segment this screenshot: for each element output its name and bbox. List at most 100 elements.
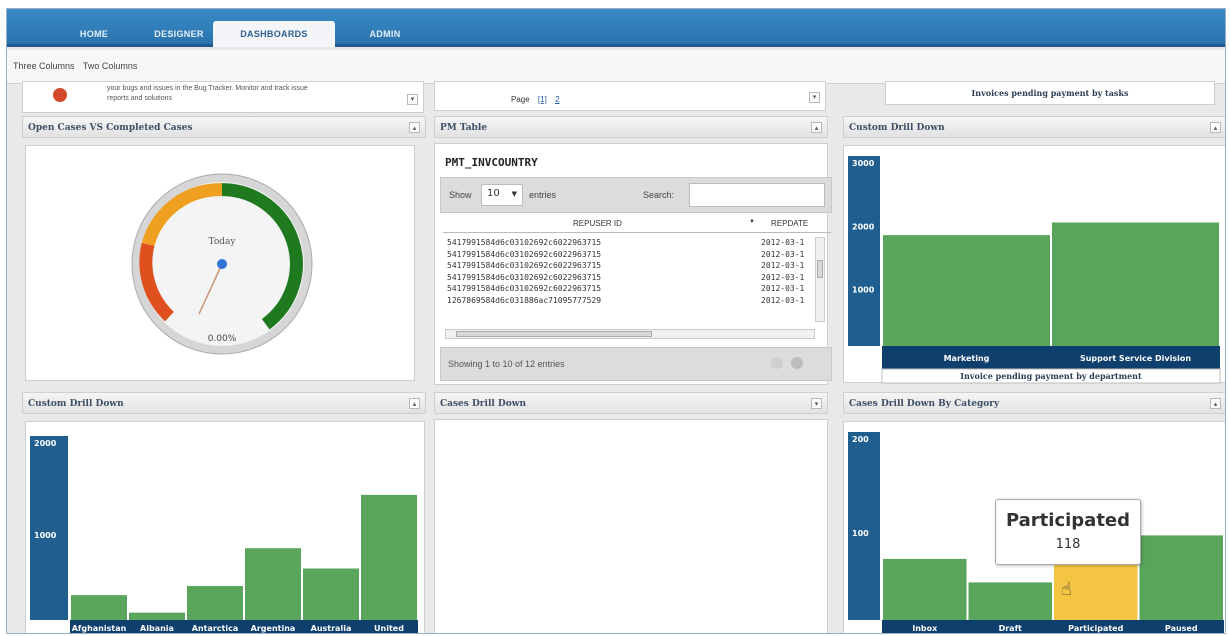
search-label: Search: (643, 190, 675, 200)
y-tick-label: 100 (852, 529, 869, 538)
pager-panel: Page [1] 2 ▾ (434, 81, 826, 111)
scroll-down-icon[interactable]: ▾ (407, 94, 418, 105)
table-row[interactable]: 5417991584d6c03102692c6022963715 2012-03-… (443, 249, 819, 261)
bar[interactable] (968, 582, 1053, 620)
panel-title: Custom Drill Down (28, 399, 124, 409)
panel-header-open-vs-completed: Open Cases VS Completed Cases ▴ (22, 116, 426, 138)
x-tick-label: Draft (999, 624, 1022, 633)
y-tick-label: 2000 (34, 439, 57, 448)
bug-icon (53, 88, 67, 102)
page-size-select[interactable]: 10 ▼ (481, 184, 523, 206)
scroll-down-icon[interactable]: ▾ (809, 92, 820, 103)
x-tick-label: Marketing (944, 354, 990, 363)
cell-repdate: 2012-03-1 (761, 238, 805, 247)
panel-header-custom-drill-right: Custom Drill Down ▴ (843, 116, 1225, 138)
table-row[interactable]: 5417991584d6c03102692c6022963715 2012-03-… (443, 283, 819, 295)
cases-drill-down-panel (434, 419, 828, 633)
custom-drill-left-chart: 2000 1000 Afghanistan Albania Antarctica Arge… (30, 436, 418, 633)
x-tick-label: Antarctica (192, 624, 239, 633)
tab-admin[interactable]: ADMIN (345, 21, 425, 47)
panel-header-cases-drill-down: Cases Drill Down ▾ (434, 392, 828, 414)
table-vertical-scrollbar[interactable] (815, 237, 825, 322)
show-label: Show (449, 190, 472, 200)
table-row[interactable]: 5417991584d6c03102692c6022963715 2012-03-… (443, 260, 819, 272)
table-row[interactable]: 5417991584d6c03102692c6022963715 2012-03-… (443, 272, 819, 284)
scroll-thumb[interactable] (817, 260, 823, 278)
bug-tracker-text-2: reports and solutions (107, 95, 172, 102)
next-page-icon[interactable] (791, 357, 803, 369)
pager: Page [1] 2 (511, 95, 560, 104)
bar[interactable] (1139, 535, 1224, 620)
cell-repuser-id: 5417991584d6c03102692c6022963715 (447, 284, 602, 293)
bug-tracker-text: your bugs and issues in the Bug Tracker.… (107, 85, 308, 92)
y-axis-band (848, 156, 880, 346)
cell-repdate: 2012-03-1 (761, 295, 805, 305)
layout-two-columns[interactable]: Two Columns (83, 61, 138, 71)
collapse-icon[interactable]: ▴ (1210, 122, 1221, 133)
collapse-icon[interactable]: ▴ (811, 122, 822, 133)
table-row[interactable]: 5417991584d6c03102692c6022963715 2012-03-… (443, 237, 819, 249)
panel-header-pm-table: PM Table ▴ (434, 116, 828, 138)
previous-page-icon[interactable] (771, 357, 783, 369)
table-controls: Show 10 ▼ entries Search: (440, 177, 832, 213)
table-horizontal-scrollbar[interactable] (445, 329, 815, 339)
x-tick-label: United (374, 624, 404, 633)
tab-dashboards[interactable]: DASHBOARDS (213, 21, 335, 47)
invoices-by-tasks-caption: Invoices pending payment by tasks (885, 81, 1215, 105)
bar[interactable] (883, 235, 1050, 346)
tooltip-value: 118 (1055, 537, 1081, 552)
table-info-text: Showing 1 to 10 of 12 entries (448, 359, 565, 369)
x-tick-label: Albania (140, 624, 174, 633)
panel-title: Custom Drill Down (849, 123, 945, 133)
search-input[interactable] (689, 183, 825, 207)
entries-label: entries (529, 190, 557, 200)
bar[interactable] (303, 568, 359, 620)
tab-designer[interactable]: DESIGNER (139, 21, 219, 47)
bar[interactable] (187, 585, 243, 620)
bug-tracker-panel: your bugs and issues in the Bug Tracker.… (22, 81, 424, 113)
column-header-repdate[interactable]: REPDATE (771, 219, 808, 228)
panel-title: Cases Drill Down (440, 399, 527, 409)
panel-header-custom-drill-left: Custom Drill Down ▴ (22, 392, 426, 414)
collapse-icon[interactable]: ▴ (409, 122, 420, 133)
page-label: Page (511, 95, 530, 104)
cell-repuser-id: 5417991584d6c03102692c6022963715 (447, 249, 602, 259)
gauge-label: Today (209, 237, 237, 247)
bar[interactable] (71, 595, 127, 620)
y-tick-label: 200 (852, 435, 869, 444)
chart-tooltip: Participated 118 (995, 499, 1141, 565)
table-row[interactable]: 1267869584d6c031886ac71095777529 2012-03-… (443, 295, 819, 307)
x-tick-label: Participated (1068, 624, 1123, 633)
page-link-2[interactable]: 2 (555, 95, 559, 104)
scroll-thumb[interactable] (456, 331, 652, 337)
custom-drill-right-chart: 3000 2000 1000 Marketing Support Service Div… (848, 156, 1221, 384)
app-window: HOME DESIGNER DASHBOARDS ADMIN Three Col… (6, 8, 1226, 634)
layout-three-columns[interactable]: Three Columns (13, 61, 75, 71)
x-tick-label: Support Service Division (1080, 354, 1191, 363)
tab-home[interactable]: HOME (49, 21, 139, 47)
cell-repuser-id: 5417991584d6c03102692c6022963715 (447, 272, 602, 282)
y-tick-label: 2000 (852, 222, 875, 231)
collapse-icon[interactable]: ▴ (409, 398, 420, 409)
column-header-repuser-id[interactable]: REPUSER ID (573, 219, 622, 228)
page-size-value: 10 (487, 188, 500, 199)
bar[interactable] (245, 548, 301, 620)
sort-icon[interactable]: ▼ (749, 219, 755, 225)
bar[interactable] (361, 494, 417, 620)
bar[interactable] (883, 558, 967, 620)
cell-repdate: 2012-03-1 (761, 261, 805, 270)
x-tick-label: Inbox (912, 624, 938, 633)
panel-title: Cases Drill Down By Category (849, 399, 1000, 409)
caption-text: Invoices pending payment by tasks (971, 88, 1129, 98)
x-tick-label: Argentina (251, 624, 296, 633)
bar[interactable] (1052, 222, 1219, 347)
collapse-icon[interactable]: ▴ (1210, 398, 1221, 409)
page-link-1[interactable]: [1] (538, 95, 547, 104)
x-tick-label: Afghanistan (72, 624, 127, 633)
cell-repdate: 2012-03-1 (761, 284, 805, 293)
gauge-value: 0.00% (208, 334, 237, 344)
custom-drill-right-panel: 3000 2000 1000 Marketing Support Service Div… (843, 145, 1225, 384)
y-tick-label: 3000 (852, 159, 875, 168)
bar[interactable] (129, 612, 185, 620)
expand-icon[interactable]: ▾ (811, 398, 822, 409)
